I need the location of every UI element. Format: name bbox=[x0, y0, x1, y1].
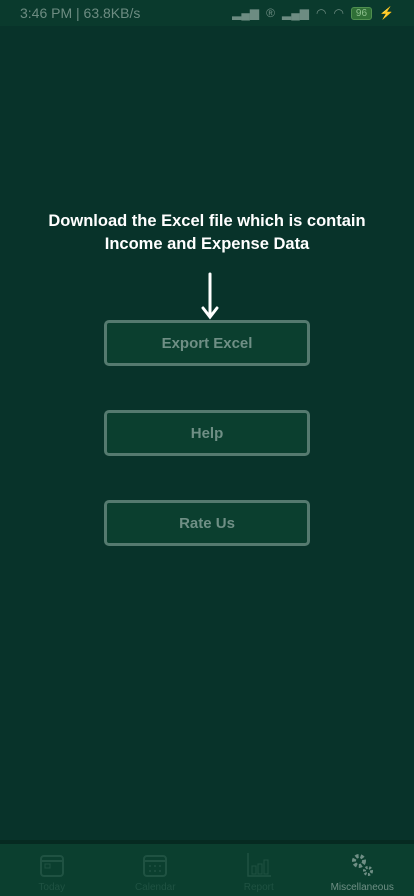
rate-us-button[interactable]: Rate Us bbox=[104, 500, 310, 546]
calendar-day-icon bbox=[39, 855, 64, 877]
nav-label: Today bbox=[38, 882, 66, 893]
nav-label: Report bbox=[243, 882, 274, 893]
help-button[interactable]: Help bbox=[104, 410, 310, 456]
instruction-line: Download the Excel file which is contain bbox=[48, 212, 366, 230]
nav-label: Miscellaneous bbox=[330, 882, 394, 893]
nav-report[interactable]: Report bbox=[207, 844, 311, 896]
instruction-text: Download the Excel file which is contain… bbox=[0, 210, 414, 256]
nav-label: Calendar bbox=[134, 882, 176, 893]
charging-icon: ⚡ bbox=[379, 6, 394, 20]
battery-icon: 96 bbox=[350, 6, 373, 20]
status-bar: 3:46 PM | 63.8KB/s ▂▄▆ ® ▂▄▆ ◠ ◠ 96 ⚡ bbox=[0, 0, 414, 26]
bar-chart-icon bbox=[247, 853, 271, 877]
wifi-icon: ◠ bbox=[315, 6, 327, 20]
status-time: 3:46 PM | 63.8KB/s bbox=[20, 5, 141, 21]
signal-icon: ▂▄▆ bbox=[281, 6, 309, 20]
registered-icon: ® bbox=[266, 6, 275, 20]
nav-miscellaneous[interactable]: Miscellaneous bbox=[311, 844, 414, 896]
wifi-icon: ◠ bbox=[333, 6, 344, 20]
gears-icon bbox=[352, 854, 374, 876]
nav-calendar[interactable]: Calendar bbox=[104, 844, 208, 896]
signal-icon: ▂▄▆ bbox=[232, 6, 260, 20]
instruction-line: Income and Expense Data bbox=[104, 235, 310, 253]
bottom-navigation: Today Calendar Report Miscellaneous bbox=[0, 840, 414, 896]
export-excel-button[interactable]: Export Excel bbox=[104, 320, 310, 366]
calendar-icon bbox=[143, 855, 168, 877]
arrow-down-icon bbox=[201, 272, 219, 320]
nav-today[interactable]: Today bbox=[0, 844, 104, 896]
